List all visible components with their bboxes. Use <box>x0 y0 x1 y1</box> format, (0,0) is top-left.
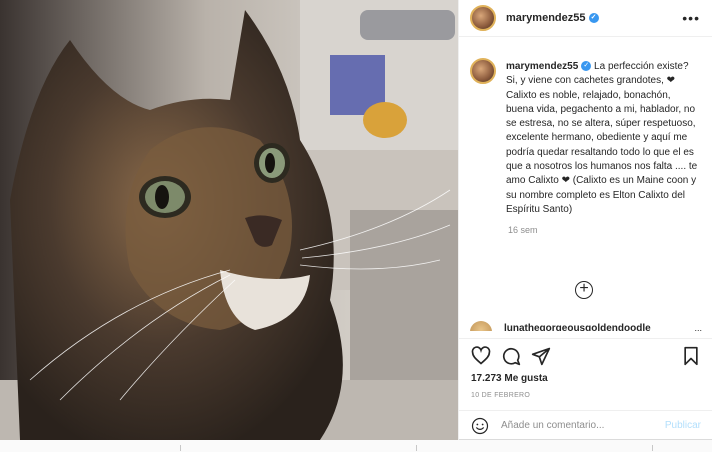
post-date: 10 DE FEBRERO <box>471 392 531 399</box>
post-author-username[interactable]: marymendez55 ✓ <box>506 12 599 24</box>
comment-avatar[interactable] <box>470 321 492 331</box>
caption-username[interactable]: marymendez55 <box>506 61 578 72</box>
like-count[interactable]: 17.273 Me gusta <box>471 373 548 384</box>
grid-divider <box>652 445 653 451</box>
publish-button[interactable]: Publicar <box>665 420 701 431</box>
share-icon[interactable] <box>531 346 551 366</box>
bookmark-icon[interactable] <box>681 346 701 366</box>
more-options-icon[interactable]: ••• <box>682 10 700 26</box>
emoji-icon[interactable] <box>471 417 489 435</box>
grid-divider <box>180 445 181 451</box>
page-bottom-strip <box>0 441 712 452</box>
caption-text: La perfección existe? Si, y viene con ca… <box>506 61 698 215</box>
heart-icon[interactable] <box>471 345 491 366</box>
comment-username[interactable]: lunathegorgeousgoldendoodle <box>504 321 651 331</box>
post-sidebar: marymendez55 ✓ ••• marymendez55 ✓ La perfe… <box>458 0 712 440</box>
post-photo[interactable] <box>0 0 458 440</box>
action-bar <box>459 338 712 372</box>
instagram-post: marymendez55 ✓ ••• marymendez55 ✓ La perfe… <box>0 0 712 440</box>
avatar[interactable] <box>470 5 496 31</box>
comment-input[interactable]: Añade un comentario... <box>501 420 604 431</box>
comment-more[interactable]: ... <box>694 321 702 331</box>
caption: marymendez55 ✓ La perfección existe? Si, … <box>459 37 712 217</box>
comment-item: lunathegorgeousgoldendoodle ... <box>470 321 702 331</box>
verified-badge-icon: ✓ <box>581 61 592 72</box>
plus-circle-icon[interactable]: + <box>575 281 593 299</box>
cat-photo-image <box>0 0 458 440</box>
add-comment-bar: Añade un comentario... Publicar <box>459 410 712 440</box>
post-header: marymendez55 ✓ ••• <box>459 0 712 37</box>
caption-text-block: marymendez55 ✓ La perfección existe? Si, … <box>506 60 700 217</box>
caption-avatar[interactable] <box>470 58 496 84</box>
verified-badge-icon: ✓ <box>588 13 599 24</box>
comment-icon[interactable] <box>501 346 521 366</box>
caption-time: 16 sem <box>508 225 538 236</box>
grid-divider <box>416 445 417 451</box>
